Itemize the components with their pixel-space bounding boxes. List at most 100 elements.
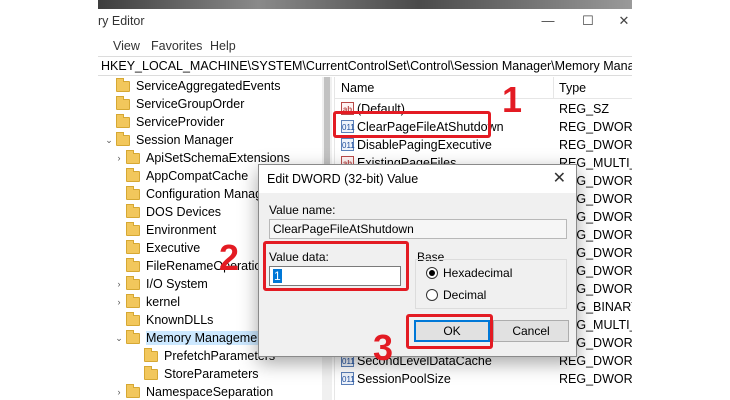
step-3-label: 3 <box>373 327 394 368</box>
step-1-label: 1 <box>502 79 523 120</box>
highlight-value-entry <box>333 111 491 138</box>
hexadecimal-label: Hexadecimal <box>443 266 513 280</box>
value-name: SessionPoolSize <box>357 372 451 386</box>
tree-item[interactable]: Environment <box>112 221 216 239</box>
chevron-right-icon[interactable]: › <box>112 153 126 163</box>
chevron-right-icon[interactable]: › <box>112 387 126 397</box>
menu-help[interactable]: Help <box>210 39 236 53</box>
left-margin <box>0 0 98 400</box>
window-title: ry Editor <box>98 14 145 28</box>
folder-icon <box>126 257 140 272</box>
tree-item[interactable]: Executive <box>112 239 200 257</box>
maximize-button[interactable]: ☐ <box>578 13 598 29</box>
tree-item[interactable]: ServiceAggregatedEvents <box>102 77 281 95</box>
column-type-header[interactable]: Type <box>559 81 586 95</box>
binary-value-icon: 011 <box>341 372 355 385</box>
title-bar-top-strip <box>98 0 632 9</box>
folder-icon <box>126 185 140 200</box>
address-bar[interactable]: HKEY_LOCAL_MACHINE\SYSTEM\CurrentControl… <box>98 56 632 76</box>
value-name-label: Value name: <box>269 203 336 217</box>
folder-icon <box>144 365 158 380</box>
value-row[interactable]: 011SessionPoolSize REG_DWORD <box>335 370 632 388</box>
tree-item[interactable]: StoreParameters <box>130 365 258 383</box>
menu-favorites[interactable]: Favorites <box>151 39 202 53</box>
dialog-close-icon[interactable]: ✕ <box>553 168 566 188</box>
hexadecimal-radio[interactable]: Hexadecimal <box>426 266 512 280</box>
folder-icon <box>126 221 140 236</box>
folder-icon <box>126 203 140 218</box>
folder-icon <box>126 293 140 308</box>
tree-item-label: FileRenameOperations <box>146 259 275 273</box>
tree-item[interactable]: DOS Devices <box>112 203 221 221</box>
folder-icon <box>126 383 140 398</box>
menu-view[interactable]: View <box>113 39 140 53</box>
chevron-right-icon[interactable]: › <box>112 279 126 289</box>
decimal-radio[interactable]: Decimal <box>426 288 486 302</box>
chevron-down-icon[interactable]: ⌄ <box>112 333 126 344</box>
folder-icon <box>126 275 140 290</box>
right-margin <box>632 0 730 400</box>
hexadecimal-radio-dot[interactable] <box>426 267 438 279</box>
tree-item-label: Environment <box>146 223 217 237</box>
tree-item[interactable]: › I/O System <box>112 275 208 293</box>
tree-item[interactable]: PrefetchParameters <box>130 347 275 365</box>
list-header: Name Type <box>335 77 632 99</box>
dialog-title: Edit DWORD (32-bit) Value <box>267 172 419 186</box>
folder-icon <box>126 149 140 164</box>
tree-item[interactable]: AppCompatCache <box>112 167 248 185</box>
tree-item[interactable]: Configuration Manager <box>112 185 273 203</box>
menu-bar: View Favorites Help <box>98 36 632 56</box>
decimal-radio-dot[interactable] <box>426 289 438 301</box>
tree-item-label: I/O System <box>146 277 208 291</box>
value-name: DisablePagingExecutive <box>357 138 492 152</box>
tree-item[interactable]: › NamespaceSeparation <box>112 383 273 400</box>
chevron-down-icon[interactable]: ⌄ <box>102 135 116 146</box>
tree-item-label: AppCompatCache <box>146 169 249 183</box>
title-bar: ry Editor — ☐ ✕ <box>98 0 632 35</box>
value-row[interactable]: 011DisablePagingExecutive REG_DWORD <box>335 136 632 154</box>
column-separator[interactable] <box>553 77 554 99</box>
column-name-header[interactable]: Name <box>341 81 374 95</box>
folder-icon <box>126 329 140 344</box>
tree-item-label: ServiceGroupOrder <box>136 97 245 111</box>
folder-icon <box>116 131 130 146</box>
step-2-label: 2 <box>219 237 240 278</box>
tree-item-label: KnownDLLs <box>146 313 214 327</box>
address-path: HKEY_LOCAL_MACHINE\SYSTEM\CurrentControl… <box>101 59 632 73</box>
value-type: REG_DWORD <box>559 138 632 152</box>
value-name-field: ClearPageFileAtShutdown <box>269 219 567 239</box>
tree-item[interactable]: ServiceProvider <box>102 113 224 131</box>
value-type: REG_SZ <box>559 102 610 116</box>
tree-item[interactable]: ⌄ Session Manager <box>102 131 233 149</box>
folder-icon <box>116 77 130 92</box>
tree-item[interactable]: ServiceGroupOrder <box>102 95 244 113</box>
folder-icon <box>144 347 158 362</box>
minimize-button[interactable]: — <box>538 13 558 28</box>
tree-item[interactable]: KnownDLLs <box>112 311 213 329</box>
cancel-button[interactable]: Cancel <box>493 320 569 342</box>
tree-item-label: DOS Devices <box>146 205 222 219</box>
tree-item-label: Configuration Manager <box>146 187 274 201</box>
tree-item-label: kernel <box>146 295 181 309</box>
tree-item-label: Session Manager <box>136 133 234 147</box>
highlight-ok-button <box>406 314 493 349</box>
tree-item-label: ServiceProvider <box>136 115 225 129</box>
tree-item-label: ServiceAggregatedEvents <box>136 79 281 93</box>
folder-icon <box>126 239 140 254</box>
tree-item[interactable]: › kernel <box>112 293 180 311</box>
tree-item-label: ApiSetSchemaExtensions <box>146 151 290 165</box>
tree-item[interactable]: FileRenameOperations <box>112 257 275 275</box>
tree-item-label: Memory Management <box>146 331 268 345</box>
tree-item-label: Executive <box>146 241 201 255</box>
folder-icon <box>116 113 130 128</box>
folder-icon <box>126 167 140 182</box>
folder-icon <box>116 95 130 110</box>
chevron-right-icon[interactable]: › <box>112 297 126 307</box>
tree-item[interactable]: ⌄ Memory Management <box>112 329 268 347</box>
tree-item-label: NamespaceSeparation <box>146 385 274 399</box>
value-type: REG_DWORD <box>559 372 632 386</box>
value-type: REG_DWORD <box>559 120 632 134</box>
tree-item-label: StoreParameters <box>164 367 259 381</box>
close-button[interactable]: ✕ <box>614 13 632 29</box>
binary-value-icon: 011 <box>341 138 355 151</box>
